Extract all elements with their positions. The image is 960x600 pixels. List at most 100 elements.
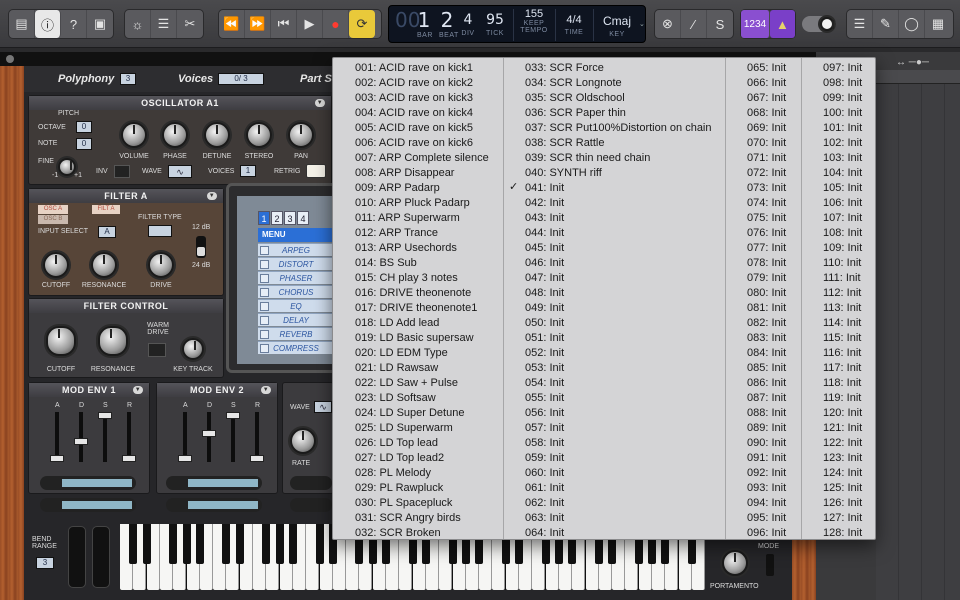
preset-menu-item[interactable]: 098: Init [823,76,862,91]
fx-tab-4[interactable]: 4 [297,211,309,225]
filter-drive-knob[interactable] [148,252,174,278]
wave-selector[interactable]: ∿ [168,165,192,178]
preset-menu-item[interactable]: 117: Init [823,361,862,376]
preset-menu-item[interactable]: 112: Init [823,286,862,301]
preset-menu-item[interactable]: 011: ARP Superwarm [355,211,489,226]
preset-menu-item[interactable]: 044: Init [525,226,712,241]
loop-browser-icon[interactable]: ◯ [899,10,925,38]
cycle-icon[interactable]: ⟳ [349,10,375,38]
fc-cutoff-knob[interactable] [46,326,76,356]
fx-item-reverb[interactable]: REVERB [258,327,334,340]
env2-release-slider[interactable] [250,455,264,462]
preset-menu-item[interactable]: 039: SCR thin need chain [525,151,712,166]
preset-menu-item[interactable]: 018: LD Add lead [355,316,489,331]
preset-menu-item[interactable]: 009: ARP Padarp [355,181,489,196]
fc-resonance-knob[interactable] [98,326,128,356]
preset-menu-item[interactable]: 057: Init [525,421,712,436]
preset-menu-item[interactable]: 100: Init [823,106,862,121]
preset-menu-item[interactable]: 095: Init [747,511,786,526]
preset-menu-item[interactable]: 031: SCR Angry birds [355,511,489,526]
preset-menu-item[interactable]: 024: LD Super Detune [355,406,489,421]
preset-menu-item[interactable]: 003: ACID rave on kick3 [355,91,489,106]
filter-cutoff-knob[interactable] [43,252,69,278]
black-key[interactable] [142,524,151,564]
replace-icon[interactable]: ⊗ [655,10,681,38]
black-key[interactable] [129,524,138,564]
fx-item-arpeg[interactable]: ARPEG [258,243,334,256]
track-grid[interactable] [876,84,960,600]
preset-menu-item[interactable]: 069: Init [747,121,786,136]
black-key[interactable] [182,524,191,564]
preset-menu-item[interactable]: 027: LD Top lead2 [355,451,489,466]
oscillator-menu-chevron-icon[interactable]: ▼ [315,99,325,107]
preset-menu-item[interactable]: 065: Init [747,61,786,76]
preset-menu-item[interactable]: 092: Init [747,466,786,481]
env1-target-2[interactable] [40,498,136,512]
preset-menu-item[interactable]: 025: LD Superwarm [355,421,489,436]
preset-menu-item[interactable]: 030: PL Spacepluck [355,496,489,511]
preset-menu-item[interactable]: 099: Init [823,91,862,106]
preset-menu-item[interactable]: 061: Init [525,481,712,496]
filter-type-selector[interactable] [148,225,172,237]
count-in-button[interactable]: 1234 [741,10,770,38]
preset-menu-item[interactable]: 040: SYNTH riff [525,166,712,181]
preset-menu-item[interactable]: 082: Init [747,316,786,331]
plugin-close-button[interactable] [6,55,14,63]
preset-menu-item[interactable]: 078: Init [747,256,786,271]
fx-tab-3[interactable]: 3 [284,211,296,225]
preset-menu-item[interactable]: 064: Init [525,526,712,541]
env1-release-slider[interactable] [122,455,136,462]
fx-item-eq[interactable]: EQ [258,299,334,312]
smart-controls-icon[interactable]: ☼ [125,10,151,38]
preset-menu-item[interactable]: 101: Init [823,121,862,136]
preset-menu-item[interactable]: 022: LD Saw + Pulse [355,376,489,391]
lfo-target-2[interactable] [290,498,332,512]
mode-switch[interactable] [766,554,774,576]
filter-resonance-knob[interactable] [91,252,117,278]
portamento-knob[interactable] [722,550,748,576]
black-key[interactable] [195,524,204,564]
preset-menu-item[interactable]: 038: SCR Rattle [525,136,712,151]
preset-menu-item[interactable]: 091: Init [747,451,786,466]
lfo-wave-selector[interactable]: ∿ [314,401,332,413]
octave-value[interactable]: 0 [76,121,92,133]
preset-menu-item[interactable]: 017: DRIVE theonenote1 [355,301,489,316]
preset-menu-item[interactable]: 083: Init [747,331,786,346]
preset-menu-item[interactable]: 102: Init [823,136,862,151]
preset-menu-item[interactable]: 051: Init [525,331,712,346]
preset-menu-item[interactable]: 049: Init [525,301,712,316]
preset-menu-item[interactable]: 081: Init [747,301,786,316]
editors-icon[interactable]: ✂ [177,10,203,38]
preset-menu-item[interactable]: 047: Init [525,271,712,286]
preset-menu-item[interactable]: 004: ACID rave on kick4 [355,106,489,121]
preset-menu-item[interactable]: 007: ARP Complete silence [355,151,489,166]
warm-drive-button[interactable] [148,343,166,357]
black-key[interactable] [288,524,297,564]
record-icon[interactable]: ● [323,10,349,38]
preset-menu-item[interactable]: 073: Init [747,181,786,196]
preset-menu-item[interactable]: 080: Init [747,286,786,301]
preset-menu-item[interactable]: 015: CH play 3 notes [355,271,489,286]
preset-menu-item[interactable]: 096: Init [747,526,786,541]
osc-b-route[interactable]: OSC B [38,215,68,224]
mod-env-1-chevron-icon[interactable]: ▼ [133,386,143,394]
preset-menu-item[interactable]: 107: Init [823,211,862,226]
preset-menu-item[interactable]: 063: Init [525,511,712,526]
preset-menu-item[interactable]: 036: SCR Paper thin [525,106,712,121]
preset-menu-item[interactable]: 016: DRIVE theonenote [355,286,489,301]
preset-menu-item[interactable]: 084: Init [747,346,786,361]
info-icon[interactable]: ⓘ [35,10,61,38]
preset-menu-item[interactable]: 127: Init [823,511,862,526]
preset-menu-item[interactable]: 120: Init [823,406,862,421]
preset-menu-item[interactable]: 050: Init [525,316,712,331]
input-select-value[interactable]: A [98,226,116,238]
slope-switch[interactable] [196,236,206,258]
list-editors-icon[interactable]: ☰ [847,10,873,38]
preset-menu-item[interactable]: 052: Init [525,346,712,361]
library-icon[interactable]: ▤ [9,10,35,38]
detune-knob[interactable] [204,122,230,148]
help-icon[interactable]: ? [61,10,87,38]
preset-menu-item[interactable]: 125: Init [823,481,862,496]
preset-menu-item[interactable]: 001: ACID rave on kick1 [355,61,489,76]
black-key[interactable] [169,524,178,564]
